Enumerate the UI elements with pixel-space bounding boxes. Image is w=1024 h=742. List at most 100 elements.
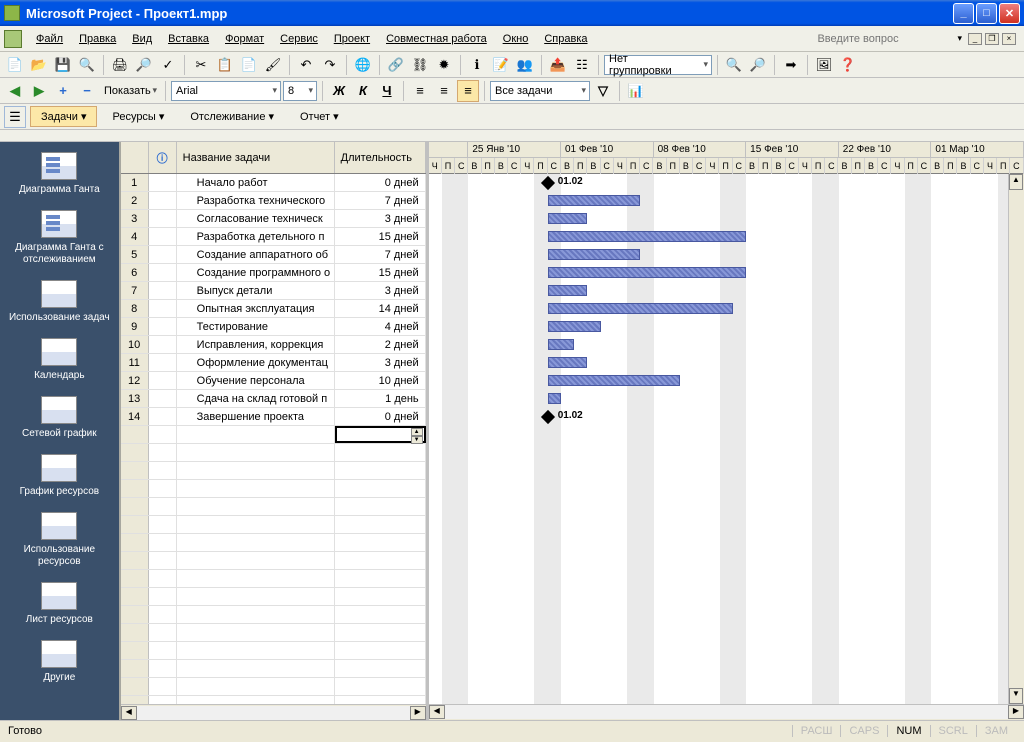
task-name-cell[interactable]: Завершение проекта [177, 408, 335, 425]
row-number[interactable]: 12 [121, 372, 149, 389]
gantt-bar[interactable] [548, 393, 561, 404]
print-button[interactable]: 🖨 [109, 54, 131, 76]
gantt-timescale[interactable]: 25 Янв '1001 Фев '1008 Фев '1015 Фев '10… [429, 142, 1024, 174]
viewbar-resources[interactable]: Ресурсы ▾ [101, 106, 175, 127]
show-outline-combo[interactable]: Показать [100, 81, 160, 101]
indicator-cell[interactable] [149, 390, 177, 407]
unlink-tasks-button[interactable]: ⛓ [409, 54, 431, 76]
open-button[interactable]: 📂 [28, 54, 50, 76]
spelling-button[interactable]: ✓ [157, 54, 179, 76]
goto-task-button[interactable]: ➡ [780, 54, 802, 76]
search-button[interactable]: 🔍 [76, 54, 98, 76]
task-hscroll[interactable]: ◀ ▶ [121, 704, 426, 720]
task-row[interactable]: 14 Завершение проекта 0 дней [121, 408, 426, 426]
duration-cell[interactable]: 10 дней [335, 372, 426, 389]
insert-hyperlink-button[interactable]: 🌐 [352, 54, 374, 76]
sidebar-item-resource-graph[interactable]: График ресурсов [0, 448, 119, 506]
gantt-bar[interactable] [548, 303, 733, 314]
menu-insert[interactable]: Вставка [160, 30, 217, 48]
gantt-body[interactable]: 01.0201.02 [429, 174, 1024, 704]
task-row[interactable]: 11 Оформление документац 3 дней [121, 354, 426, 372]
duration-cell[interactable]: 15 дней [335, 228, 426, 245]
task-row[interactable]: 9 Тестирование 4 дней [121, 318, 426, 336]
task-name-cell[interactable]: Разработка детельного п [177, 228, 335, 245]
menu-tools[interactable]: Сервис [272, 30, 326, 48]
duration-cell[interactable]: 2 дней [335, 336, 426, 353]
scroll-up-button[interactable]: ▲ [1009, 174, 1023, 190]
italic-button[interactable]: К [352, 80, 374, 102]
task-row[interactable]: 12 Обучение персонала 10 дней [121, 372, 426, 390]
task-name-cell[interactable]: Выпуск детали [177, 282, 335, 299]
row-number[interactable]: 2 [121, 192, 149, 209]
gantt-bar[interactable] [548, 195, 641, 206]
viewbar-report[interactable]: Отчет ▾ [289, 106, 350, 127]
minimize-button[interactable]: _ [953, 3, 974, 24]
print-preview-button[interactable]: 🔎 [133, 54, 155, 76]
menu-edit[interactable]: Правка [71, 30, 124, 48]
underline-button[interactable]: Ч [376, 80, 398, 102]
task-name-cell[interactable]: Сдача на склад готовой п [177, 390, 335, 407]
mdi-close-button[interactable]: × [1002, 33, 1016, 45]
gantt-wizard-button[interactable]: 📊 [625, 80, 647, 102]
menu-help[interactable]: Справка [536, 30, 595, 48]
duration-cell[interactable]: 0 дней [335, 408, 426, 425]
duration-cell-editing[interactable]: ▲▼ [335, 426, 426, 443]
align-left-button[interactable]: ≡ [409, 80, 431, 102]
gantt-scroll-right-button[interactable]: ▶ [1008, 705, 1024, 719]
gantt-bar[interactable] [548, 231, 746, 242]
task-name-cell[interactable]: Тестирование [177, 318, 335, 335]
viewbar-tasks[interactable]: Задачи ▾ [30, 106, 97, 127]
help-search-input[interactable] [817, 33, 927, 45]
milestone-marker[interactable] [541, 410, 555, 424]
row-number[interactable]: 13 [121, 390, 149, 407]
menu-window[interactable]: Окно [495, 30, 537, 48]
spinner-down[interactable]: ▼ [411, 436, 423, 444]
gantt-bar[interactable] [548, 249, 641, 260]
scroll-left-button[interactable]: ◀ [121, 706, 137, 720]
copy-button[interactable]: 📋 [214, 54, 236, 76]
gantt-scroll-left-button[interactable]: ◀ [429, 705, 445, 719]
menu-collab[interactable]: Совместная работа [378, 30, 495, 48]
row-number[interactable]: 8 [121, 300, 149, 317]
link-tasks-button[interactable]: 🔗 [385, 54, 407, 76]
mdi-restore-button[interactable]: ❐ [985, 33, 999, 45]
row-number[interactable]: 5 [121, 246, 149, 263]
show-subtasks-button[interactable]: + [52, 80, 74, 102]
task-row[interactable]: 5 Создание аппаратного об 7 дней [121, 246, 426, 264]
assign-resources-button[interactable]: 👥 [514, 54, 536, 76]
save-button[interactable]: 💾 [52, 54, 74, 76]
task-row[interactable]: 13 Сдача на склад готовой п 1 день [121, 390, 426, 408]
task-row[interactable]: 2 Разработка технического 7 дней [121, 192, 426, 210]
duration-cell[interactable]: 14 дней [335, 300, 426, 317]
row-number[interactable]: 1 [121, 174, 149, 191]
zoom-in-button[interactable]: 🔍 [723, 54, 745, 76]
duration-cell[interactable]: 0 дней [335, 174, 426, 191]
align-center-button[interactable]: ≡ [433, 80, 455, 102]
gantt-hscroll[interactable]: ◀ ▶ [429, 704, 1024, 720]
indicator-cell[interactable] [149, 192, 177, 209]
menu-file[interactable]: Файл [28, 30, 71, 48]
row-number[interactable]: 7 [121, 282, 149, 299]
sidebar-item-task-usage[interactable]: Использование задач [0, 274, 119, 332]
split-task-button[interactable]: ✹ [433, 54, 455, 76]
task-row[interactable]: 3 Согласование техническ 3 дней [121, 210, 426, 228]
close-button[interactable]: ✕ [999, 3, 1020, 24]
gantt-bar[interactable] [548, 339, 574, 350]
row-number[interactable]: 11 [121, 354, 149, 371]
header-rownum[interactable] [121, 142, 149, 173]
row-number[interactable]: 14 [121, 408, 149, 425]
indicator-cell[interactable] [149, 174, 177, 191]
task-name-cell[interactable]: Оформление документац [177, 354, 335, 371]
help-button[interactable]: ❓ [837, 54, 859, 76]
outdent-button[interactable]: ◀ [4, 80, 26, 102]
filter-combo[interactable]: Все задачи [490, 81, 590, 101]
sidebar-item-network[interactable]: Сетевой график [0, 390, 119, 448]
gantt-bar[interactable] [548, 285, 588, 296]
row-number[interactable]: 3 [121, 210, 149, 227]
indicator-cell[interactable] [149, 264, 177, 281]
header-indicator[interactable]: ⓘ [149, 142, 177, 173]
task-name-cell[interactable]: Создание программного о [177, 264, 335, 281]
row-number[interactable]: 6 [121, 264, 149, 281]
task-name-cell[interactable]: Создание аппаратного об [177, 246, 335, 263]
sidebar-item-resource-sheet[interactable]: Лист ресурсов [0, 576, 119, 634]
